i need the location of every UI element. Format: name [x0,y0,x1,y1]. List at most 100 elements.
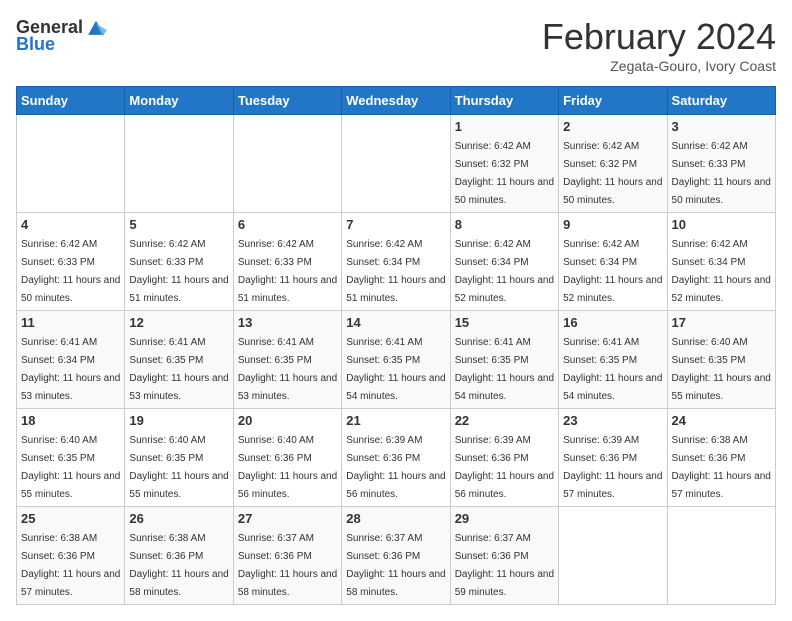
title-area: February 2024 Zegata-Gouro, Ivory Coast [542,16,776,74]
day-of-week-header: Thursday [450,87,558,115]
calendar-cell: 22 Sunrise: 6:39 AMSunset: 6:36 PMDayligh… [450,409,558,507]
day-number: 22 [455,413,554,428]
day-number: 24 [672,413,771,428]
day-info: Sunrise: 6:37 AMSunset: 6:36 PMDaylight:… [455,533,554,598]
header: General Blue February 2024 Zegata-Gouro,… [16,16,776,74]
calendar-week-row: 4 Sunrise: 6:42 AMSunset: 6:33 PMDaylight… [17,213,776,311]
day-number: 2 [563,119,662,134]
calendar-cell [17,115,125,213]
logo-blue-text: Blue [16,34,55,55]
day-number: 21 [346,413,445,428]
day-info: Sunrise: 6:42 AMSunset: 6:32 PMDaylight:… [455,141,554,206]
day-number: 1 [455,119,554,134]
day-number: 18 [21,413,120,428]
day-info: Sunrise: 6:41 AMSunset: 6:35 PMDaylight:… [563,337,662,402]
day-info: Sunrise: 6:42 AMSunset: 6:34 PMDaylight:… [563,239,662,304]
day-info: Sunrise: 6:42 AMSunset: 6:33 PMDaylight:… [238,239,337,304]
day-number: 13 [238,315,337,330]
day-info: Sunrise: 6:40 AMSunset: 6:36 PMDaylight:… [238,435,337,500]
calendar-cell: 5 Sunrise: 6:42 AMSunset: 6:33 PMDaylight… [125,213,233,311]
day-info: Sunrise: 6:40 AMSunset: 6:35 PMDaylight:… [21,435,120,500]
calendar-cell: 10Sunrise: 6:42 AMSunset: 6:34 PMDayligh… [667,213,775,311]
day-info: Sunrise: 6:40 AMSunset: 6:35 PMDaylight:… [129,435,228,500]
day-number: 27 [238,511,337,526]
logo-icon [85,16,107,38]
day-number: 3 [672,119,771,134]
day-info: Sunrise: 6:39 AMSunset: 6:36 PMDaylight:… [346,435,445,500]
calendar-week-row: 18 Sunrise: 6:40 AMSunset: 6:35 PMDayligh… [17,409,776,507]
calendar-cell: 8 Sunrise: 6:42 AMSunset: 6:34 PMDaylight… [450,213,558,311]
day-info: Sunrise: 6:42 AMSunset: 6:32 PMDaylight:… [563,141,662,206]
day-info: Sunrise: 6:38 AMSunset: 6:36 PMDaylight:… [21,533,120,598]
calendar-cell: 6 Sunrise: 6:42 AMSunset: 6:33 PMDaylight… [233,213,341,311]
day-of-week-header: Saturday [667,87,775,115]
calendar-cell [125,115,233,213]
day-info: Sunrise: 6:41 AMSunset: 6:35 PMDaylight:… [238,337,337,402]
calendar-cell [559,507,667,605]
day-info: Sunrise: 6:42 AMSunset: 6:34 PMDaylight:… [346,239,445,304]
day-info: Sunrise: 6:42 AMSunset: 6:34 PMDaylight:… [455,239,554,304]
calendar-cell [667,507,775,605]
day-info: Sunrise: 6:41 AMSunset: 6:35 PMDaylight:… [129,337,228,402]
calendar-cell: 3 Sunrise: 6:42 AMSunset: 6:33 PMDaylight… [667,115,775,213]
calendar-cell: 1 Sunrise: 6:42 AMSunset: 6:32 PMDaylight… [450,115,558,213]
day-info: Sunrise: 6:42 AMSunset: 6:33 PMDaylight:… [129,239,228,304]
calendar-cell: 19 Sunrise: 6:40 AMSunset: 6:35 PMDayligh… [125,409,233,507]
day-number: 20 [238,413,337,428]
day-info: Sunrise: 6:41 AMSunset: 6:35 PMDaylight:… [346,337,445,402]
day-info: Sunrise: 6:41 AMSunset: 6:34 PMDaylight:… [21,337,120,402]
calendar-cell: 11 Sunrise: 6:41 AMSunset: 6:34 PMDayligh… [17,311,125,409]
calendar-cell: 18 Sunrise: 6:40 AMSunset: 6:35 PMDayligh… [17,409,125,507]
calendar-cell: 12 Sunrise: 6:41 AMSunset: 6:35 PMDayligh… [125,311,233,409]
day-info: Sunrise: 6:38 AMSunset: 6:36 PMDaylight:… [672,435,771,500]
day-number: 15 [455,315,554,330]
calendar-week-row: 11 Sunrise: 6:41 AMSunset: 6:34 PMDayligh… [17,311,776,409]
calendar-week-row: 1 Sunrise: 6:42 AMSunset: 6:32 PMDaylight… [17,115,776,213]
day-number: 23 [563,413,662,428]
day-info: Sunrise: 6:42 AMSunset: 6:33 PMDaylight:… [672,141,771,206]
day-number: 10 [672,217,771,232]
calendar-cell [233,115,341,213]
day-number: 19 [129,413,228,428]
calendar-header-row: SundayMondayTuesdayWednesdayThursdayFrid… [17,87,776,115]
day-number: 5 [129,217,228,232]
day-of-week-header: Wednesday [342,87,450,115]
calendar-cell: 14 Sunrise: 6:41 AMSunset: 6:35 PMDayligh… [342,311,450,409]
calendar-cell: 26 Sunrise: 6:38 AMSunset: 6:36 PMDayligh… [125,507,233,605]
calendar-cell: 28 Sunrise: 6:37 AMSunset: 6:36 PMDayligh… [342,507,450,605]
day-info: Sunrise: 6:39 AMSunset: 6:36 PMDaylight:… [563,435,662,500]
calendar-cell: 27Sunrise: 6:37 AMSunset: 6:36 PMDayligh… [233,507,341,605]
day-number: 7 [346,217,445,232]
day-number: 14 [346,315,445,330]
calendar-cell: 9Sunrise: 6:42 AMSunset: 6:34 PMDaylight… [559,213,667,311]
day-of-week-header: Sunday [17,87,125,115]
day-info: Sunrise: 6:42 AMSunset: 6:33 PMDaylight:… [21,239,120,304]
calendar-table: SundayMondayTuesdayWednesdayThursdayFrid… [16,86,776,605]
calendar-cell: 2 Sunrise: 6:42 AMSunset: 6:32 PMDaylight… [559,115,667,213]
calendar-cell: 24 Sunrise: 6:38 AMSunset: 6:36 PMDayligh… [667,409,775,507]
day-number: 16 [563,315,662,330]
day-of-week-header: Friday [559,87,667,115]
calendar-cell [342,115,450,213]
day-number: 11 [21,315,120,330]
day-info: Sunrise: 6:37 AMSunset: 6:36 PMDaylight:… [346,533,445,598]
calendar-cell: 4 Sunrise: 6:42 AMSunset: 6:33 PMDaylight… [17,213,125,311]
day-info: Sunrise: 6:38 AMSunset: 6:36 PMDaylight:… [129,533,228,598]
calendar-cell: 13 Sunrise: 6:41 AMSunset: 6:35 PMDayligh… [233,311,341,409]
day-of-week-header: Monday [125,87,233,115]
calendar-cell: 16 Sunrise: 6:41 AMSunset: 6:35 PMDayligh… [559,311,667,409]
calendar-cell: 15 Sunrise: 6:41 AMSunset: 6:35 PMDayligh… [450,311,558,409]
day-number: 26 [129,511,228,526]
calendar-cell: 20 Sunrise: 6:40 AMSunset: 6:36 PMDayligh… [233,409,341,507]
day-number: 4 [21,217,120,232]
calendar-week-row: 25 Sunrise: 6:38 AMSunset: 6:36 PMDayligh… [17,507,776,605]
day-info: Sunrise: 6:41 AMSunset: 6:35 PMDaylight:… [455,337,554,402]
calendar-cell: 17Sunrise: 6:40 AMSunset: 6:35 PMDayligh… [667,311,775,409]
day-number: 12 [129,315,228,330]
day-number: 8 [455,217,554,232]
day-number: 25 [21,511,120,526]
day-number: 6 [238,217,337,232]
day-number: 28 [346,511,445,526]
location-subtitle: Zegata-Gouro, Ivory Coast [542,58,776,74]
day-info: Sunrise: 6:39 AMSunset: 6:36 PMDaylight:… [455,435,554,500]
